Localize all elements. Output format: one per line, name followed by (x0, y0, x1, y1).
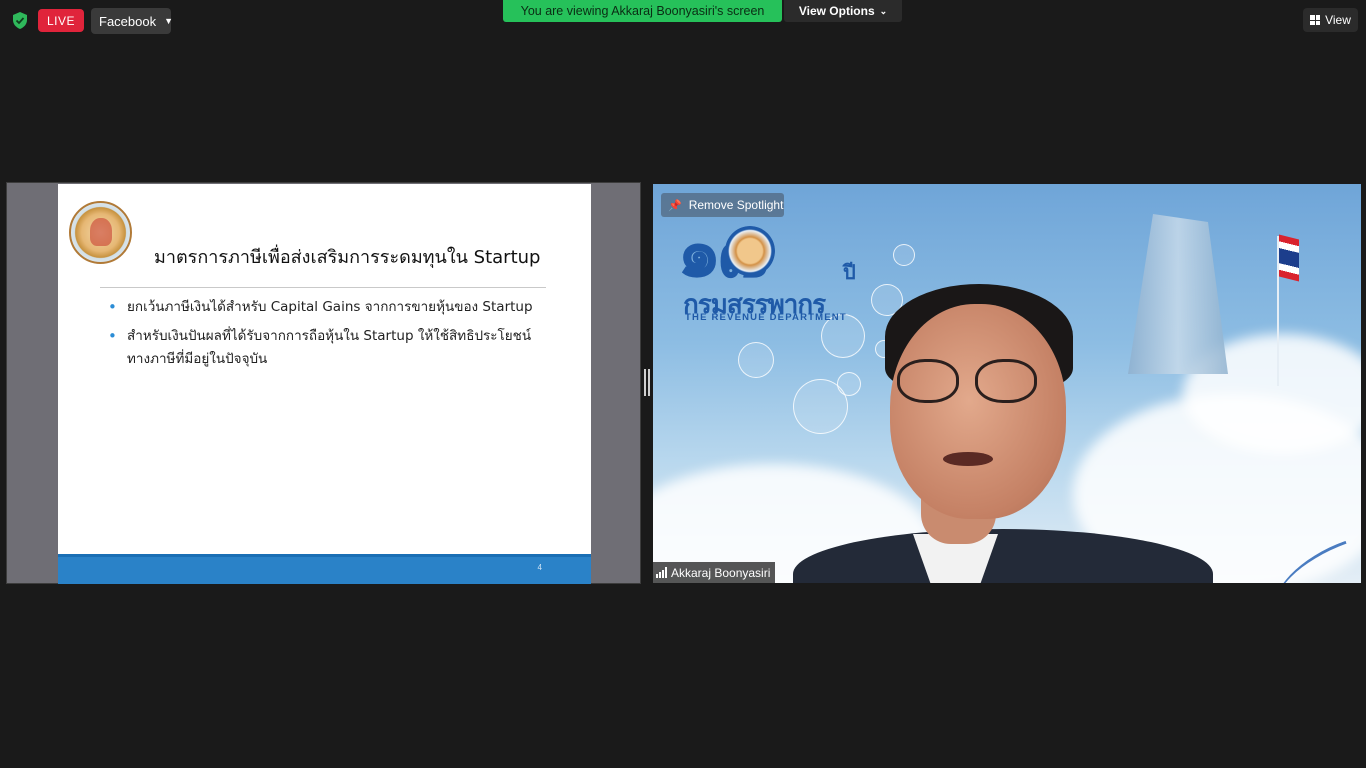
stream-target-dropdown[interactable]: Facebook ▼ (91, 8, 174, 34)
building-silhouette (1128, 214, 1228, 374)
slide-bullet: ยกเว้นภาษีเงินได้สำหรับ Capital Gains จา… (108, 296, 538, 319)
live-badge[interactable]: LIVE (38, 9, 84, 32)
participant-name-tag: Akkaraj Boonyasiri (653, 562, 776, 583)
glasses-left-lens (897, 359, 959, 403)
slide-title: มาตรการภาษีเพื่อส่งเสริมการระดมทุนใน Sta… (154, 247, 541, 268)
slide-page-number: 4 (537, 563, 542, 572)
stream-target-label: Facebook (99, 13, 157, 29)
slide-bullet: สำหรับเงินปันผลที่ได้รับจากการถือหุ้นใน … (108, 325, 538, 371)
department-english-name: THE REVENUE DEPARTMENT (685, 312, 847, 323)
chevron-down-icon: ⌄ (879, 5, 888, 16)
caret-down-icon: ▼ (164, 16, 174, 26)
slide-divider (100, 287, 546, 288)
view-options-label: View Options (798, 4, 875, 18)
bubble-shape (837, 372, 861, 396)
grid-icon (1310, 15, 1321, 25)
presentation-slide: มาตรการภาษีเพื่อส่งเสริมการระดมทุนใน Sta… (58, 184, 591, 584)
slide-bullet-list: ยกเว้นภาษีเงินได้สำหรับ Capital Gains จา… (108, 296, 538, 377)
shared-screen-panel[interactable]: มาตรการภาษีเพื่อส่งเสริมการระดมทุนใน Sta… (6, 182, 641, 584)
split-view-drag-handle[interactable] (644, 369, 650, 396)
participant-name: Akkaraj Boonyasiri (671, 565, 771, 580)
signal-strength-icon (656, 567, 667, 578)
speaker-mouth (943, 452, 993, 466)
viewing-screen-banner: You are viewing Akkaraj Boonyasiri's scr… (503, 0, 782, 22)
speaker-face (890, 304, 1066, 519)
glasses-right-lens (975, 359, 1037, 403)
slide-footer-bar: 4 (58, 554, 591, 584)
participant-video-tile[interactable]: ๑๗ ปี กรมสรรพากร THE REVENUE DEPARTMENT … (653, 184, 1361, 583)
view-label: View (1325, 13, 1351, 27)
view-button[interactable]: View (1303, 8, 1358, 32)
revenue-department-seal-icon (69, 201, 132, 264)
thai-flag-icon (1279, 234, 1299, 282)
view-options-button[interactable]: View Options ⌄ (784, 0, 902, 22)
remove-spotlight-button[interactable]: 📌 Remove Spotlight (661, 193, 784, 217)
remove-spotlight-label: Remove Spotlight (688, 198, 784, 212)
anniversary-suffix: ปี (843, 260, 856, 284)
revenue-emblem-icon (725, 226, 775, 276)
security-shield-icon[interactable] (12, 12, 28, 29)
pin-icon: 📌 (668, 199, 682, 212)
meeting-toolbar: LIVE Facebook ▼ You are viewing Akkaraj … (0, 0, 1366, 40)
bubble-shape (738, 342, 774, 378)
bubble-shape (893, 244, 915, 266)
